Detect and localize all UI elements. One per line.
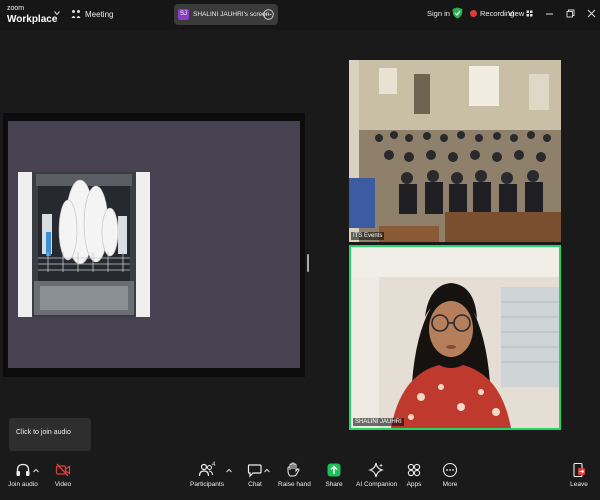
join-audio-label: Join audio: [8, 481, 38, 488]
meeting-menu[interactable]: Meeting: [71, 9, 113, 19]
meeting-toolbar: Join audio Video Participants 4 Chat Rai…: [0, 458, 600, 500]
meeting-icon: [71, 10, 81, 18]
video-tile-shalini-jauhri[interactable]: SHALINI JAUHRI: [349, 245, 561, 430]
raise-hand-icon: [287, 462, 300, 477]
sign-in-link[interactable]: Sign in: [427, 9, 450, 18]
video-tile-its-events[interactable]: ITS Events: [349, 60, 561, 242]
leave-label: Leave: [570, 481, 588, 488]
shared-screen-label: SHALINI JAUHRI's screen: [193, 11, 270, 18]
view-grid-icon: [526, 10, 533, 17]
share-button[interactable]: Share: [322, 462, 346, 488]
leave-door-icon: [573, 462, 585, 478]
more-label: More: [442, 481, 458, 488]
chevron-up-icon[interactable]: [33, 468, 39, 474]
close-icon[interactable]: [587, 9, 596, 18]
brand-line2: Workplace: [7, 14, 58, 25]
resize-handle[interactable]: [307, 254, 309, 272]
shield-check-icon[interactable]: [452, 7, 463, 19]
speaker-video: [351, 247, 559, 428]
join-audio-tooltip: Click to join audio: [9, 418, 91, 451]
participants-count: 4: [212, 462, 216, 468]
tile-name-label: ITS Events: [351, 232, 385, 240]
avatar: SJ: [178, 9, 189, 20]
meeting-label: Meeting: [85, 9, 114, 19]
shared-screen-canvas: [8, 121, 300, 368]
participants-label: Participants: [190, 481, 224, 488]
chevron-down-icon[interactable]: [54, 10, 60, 16]
more-options-icon[interactable]: [263, 9, 274, 20]
apps-button[interactable]: Apps: [403, 462, 425, 488]
dishwasher-image: [18, 172, 150, 317]
brand-line1: zoom: [7, 5, 25, 12]
top-bar: zoom Workplace Meeting SJ SHALINI JAUHRI…: [0, 0, 600, 30]
chat-label: Chat: [248, 481, 262, 488]
minimize-icon[interactable]: [545, 9, 554, 18]
recording-dot-icon: [470, 10, 477, 17]
view-button[interactable]: View: [508, 9, 533, 18]
raise-hand-label: Raise hand: [278, 481, 311, 488]
participants-button[interactable]: Participants: [190, 462, 224, 488]
shared-screen-pill[interactable]: SJ SHALINI JAUHRI's screen: [174, 4, 278, 25]
more-button[interactable]: More: [439, 462, 461, 488]
headphones-icon: [16, 463, 30, 476]
ai-companion-button[interactable]: AI Companion: [356, 462, 398, 488]
ai-companion-label: AI Companion: [356, 481, 398, 488]
join-audio-button[interactable]: Join audio: [8, 462, 38, 488]
leave-button[interactable]: Leave: [567, 462, 591, 488]
share-screen-icon: [327, 463, 341, 477]
tile-name-label: SHALINI JAUHRI: [353, 418, 404, 426]
apps-icon: [407, 463, 421, 477]
restore-icon[interactable]: [566, 9, 575, 18]
chat-icon: [247, 464, 262, 478]
video-off-icon: [55, 463, 71, 477]
sparkle-icon: [368, 462, 384, 478]
view-label: View: [508, 9, 525, 18]
zoom-workplace-logo: zoom Workplace: [7, 4, 57, 25]
auditorium-video: [349, 60, 561, 242]
more-icon: [442, 462, 458, 478]
raise-hand-button[interactable]: Raise hand: [278, 462, 311, 488]
apps-label: Apps: [406, 481, 422, 488]
video-label: Video: [54, 481, 72, 488]
share-label: Share: [325, 481, 343, 488]
shared-screen-area[interactable]: [3, 113, 305, 377]
video-button[interactable]: Video: [50, 462, 76, 488]
chevron-up-icon[interactable]: [226, 468, 232, 474]
chat-button[interactable]: Chat: [244, 462, 266, 488]
chevron-up-icon[interactable]: [264, 468, 270, 474]
